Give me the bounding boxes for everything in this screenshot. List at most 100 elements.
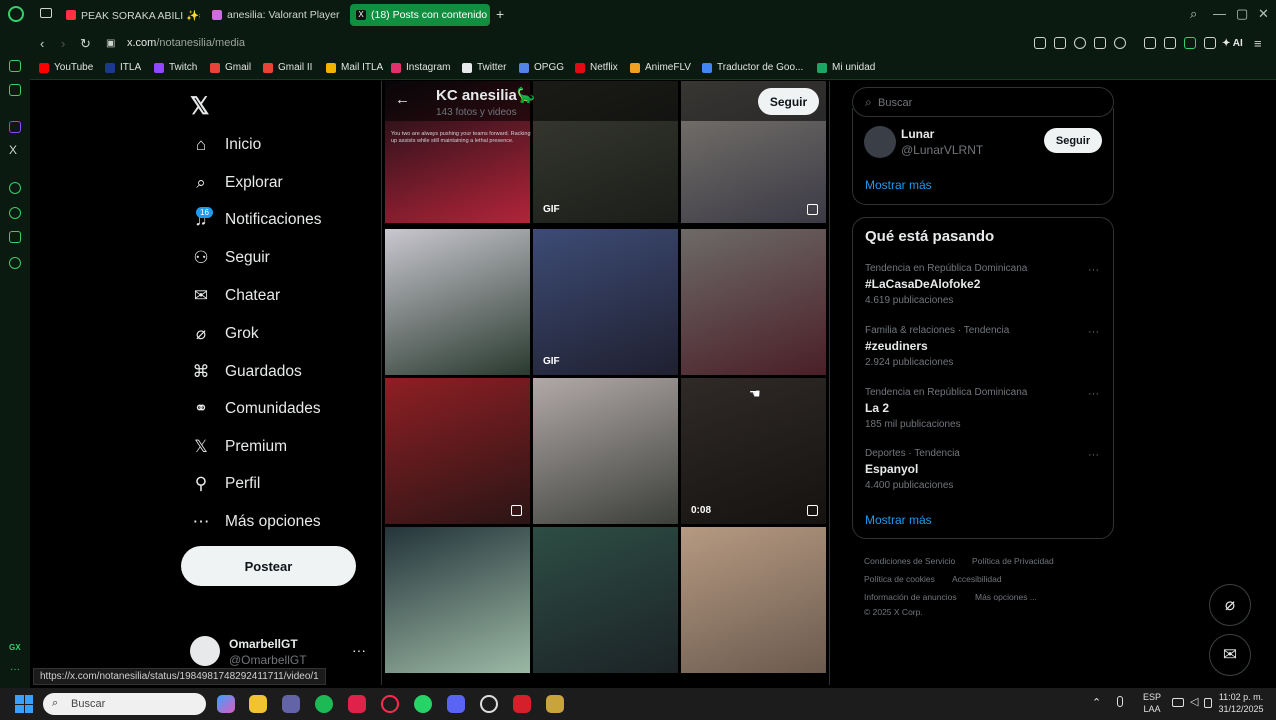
language-top[interactable]: ESP xyxy=(1140,692,1164,702)
clock-time[interactable]: 11:02 p. m. xyxy=(1210,692,1272,702)
trend-name[interactable]: #LaCasaDeAlofoke2 xyxy=(865,277,980,291)
trend-more-icon[interactable]: ··· xyxy=(1088,326,1099,338)
media-tile[interactable]: GIF xyxy=(533,229,678,375)
nav-item-comunidades[interactable]: ⚭ Comunidades xyxy=(190,395,321,423)
clock-date[interactable]: 31/12/2025 xyxy=(1210,704,1272,714)
media-tile[interactable] xyxy=(385,378,530,524)
discord-icon[interactable] xyxy=(447,695,465,713)
footer-accessibility[interactable]: Accesibilidad xyxy=(952,574,1002,584)
menu-icon[interactable]: ≡ xyxy=(1254,36,1262,51)
file-explorer-icon[interactable] xyxy=(249,695,267,713)
nav-item-explorar[interactable]: ⌕ Explorar xyxy=(190,169,282,197)
volume-icon[interactable]: ◁ xyxy=(1190,695,1198,708)
media-tile[interactable] xyxy=(681,229,826,375)
spotify-icon[interactable] xyxy=(315,695,333,713)
maximize-icon[interactable]: ▢ xyxy=(1236,6,1248,22)
bookmark-item[interactable]: AnimeFLV xyxy=(630,62,691,73)
lunar-avatar[interactable] xyxy=(864,126,896,158)
nav-item-seguir[interactable]: ⚇ Seguir xyxy=(190,244,269,272)
nav-item-chatear[interactable]: ✉ Chatear xyxy=(190,282,280,310)
snapshot-icon[interactable] xyxy=(1054,37,1066,49)
teams-icon[interactable] xyxy=(282,695,300,713)
share-icon[interactable] xyxy=(1144,37,1156,49)
extensions-icon[interactable] xyxy=(1164,37,1176,49)
post-button[interactable]: Postear xyxy=(181,546,356,586)
who-handle[interactable]: @LunarVLRNT xyxy=(901,143,983,157)
history-icon[interactable] xyxy=(9,207,21,219)
account-more-icon[interactable]: ··· xyxy=(352,642,366,658)
footer-terms[interactable]: Condiciones de Servicio xyxy=(864,556,955,566)
forward-icon[interactable]: › xyxy=(61,36,65,51)
who-name[interactable]: Lunar xyxy=(901,127,934,141)
bookmark-item[interactable]: Twitch xyxy=(154,62,197,73)
tab-youtube[interactable]: PEAK SORAKA ABILI ✨#... xyxy=(60,4,200,26)
trend-name[interactable]: La 2 xyxy=(865,401,889,415)
media-tile[interactable] xyxy=(533,527,678,673)
nav-item-más-opciones[interactable]: ⋯ Más opciones xyxy=(190,508,321,536)
heart-icon[interactable] xyxy=(1114,37,1126,49)
pin-icon[interactable] xyxy=(1034,37,1046,49)
shield-icon[interactable] xyxy=(1074,37,1086,49)
media-tile[interactable] xyxy=(681,527,826,673)
search-icon[interactable]: ⌕ xyxy=(1190,6,1197,22)
account-name[interactable]: OmarbellGT xyxy=(229,637,298,651)
gx-label-icon[interactable]: GX xyxy=(9,643,21,652)
account-avatar[interactable] xyxy=(190,636,220,666)
close-icon[interactable]: ✕ xyxy=(1258,6,1269,22)
bookmark-item[interactable]: OPGG xyxy=(519,62,564,73)
media-tile[interactable] xyxy=(385,229,530,375)
trends-show-more-link[interactable]: Mostrar más xyxy=(865,513,932,527)
media-tile[interactable] xyxy=(533,378,678,524)
bookmark-item[interactable]: ITLA xyxy=(105,62,141,73)
bookmark-item[interactable]: Mail ITLA xyxy=(326,62,383,73)
windows-start-icon[interactable] xyxy=(15,695,33,713)
footer-cookies[interactable]: Política de cookies xyxy=(864,574,935,584)
footer-privacy[interactable]: Política de Privacidad xyxy=(972,556,1054,566)
twitch-icon[interactable] xyxy=(9,121,21,133)
trend-name[interactable]: #zeudiners xyxy=(865,339,928,353)
new-tab-button[interactable]: + xyxy=(496,6,504,22)
trend-more-icon[interactable]: ··· xyxy=(1088,264,1099,276)
footer-ads-info[interactable]: Información de anuncios xyxy=(864,592,957,602)
tab-x-posts[interactable]: X (18) Posts con contenido m... xyxy=(350,4,490,26)
back-arrow-icon[interactable]: ← xyxy=(395,91,410,108)
settings-icon[interactable] xyxy=(9,257,21,269)
opera-gx-logo-icon[interactable] xyxy=(8,6,24,22)
bookmark-item[interactable]: Instagram xyxy=(391,62,450,73)
bookmark-item[interactable]: Gmail xyxy=(210,62,251,73)
player-icon[interactable] xyxy=(9,182,21,194)
footer-more[interactable]: Más opciones ... xyxy=(975,592,1037,602)
nav-item-grok[interactable]: ⌀ Grok xyxy=(190,320,259,348)
reload-icon[interactable]: ↻ xyxy=(80,36,91,52)
x-logo-icon[interactable]: 𝕏 xyxy=(190,92,209,121)
bookmark-item[interactable]: YouTube xyxy=(39,62,93,73)
trend-more-icon[interactable]: ··· xyxy=(1088,449,1099,461)
sidebar-icon-2[interactable] xyxy=(9,84,21,96)
minimize-icon[interactable]: — xyxy=(1213,6,1226,21)
whatsapp-icon[interactable] xyxy=(414,695,432,713)
sidebar-icon-1[interactable] xyxy=(9,60,21,72)
follow-lunar-button[interactable]: Seguir xyxy=(1044,128,1102,153)
nav-item-inicio[interactable]: ⌂ Inicio xyxy=(190,131,261,159)
tab-liquipedia[interactable]: anesilia: Valorant Player P... xyxy=(206,4,342,26)
language-bottom[interactable]: LAA xyxy=(1140,704,1164,714)
trend-more-icon[interactable]: ··· xyxy=(1088,388,1099,400)
grok-fab-icon[interactable]: ⌀ xyxy=(1209,584,1251,626)
copilot-icon[interactable] xyxy=(217,695,235,713)
messages-fab-icon[interactable]: ✉ xyxy=(1209,634,1251,676)
tab-manager-icon[interactable] xyxy=(40,8,52,18)
opera-gx-taskbar-icon[interactable] xyxy=(381,695,399,713)
bookmark-item[interactable]: Traductor de Goo... xyxy=(702,62,803,73)
bookmark-item[interactable]: Gmail II xyxy=(263,62,312,73)
tray-chevron-icon[interactable]: ⌃ xyxy=(1092,696,1101,709)
bookmark-item[interactable]: Mi unidad xyxy=(817,62,875,73)
app-icon-red-square[interactable] xyxy=(513,695,531,713)
app-icon-red[interactable] xyxy=(348,695,366,713)
x-sidebar-icon[interactable]: X xyxy=(9,143,17,157)
back-icon[interactable]: ‹ xyxy=(40,36,44,51)
bookmark-item[interactable]: Twitter xyxy=(462,62,506,73)
nav-item-premium[interactable]: 𝕏 Premium xyxy=(190,433,287,461)
network-icon[interactable] xyxy=(1172,698,1184,707)
account-handle[interactable]: @OmarbellGT xyxy=(229,653,307,667)
app-icon-white[interactable] xyxy=(480,695,498,713)
